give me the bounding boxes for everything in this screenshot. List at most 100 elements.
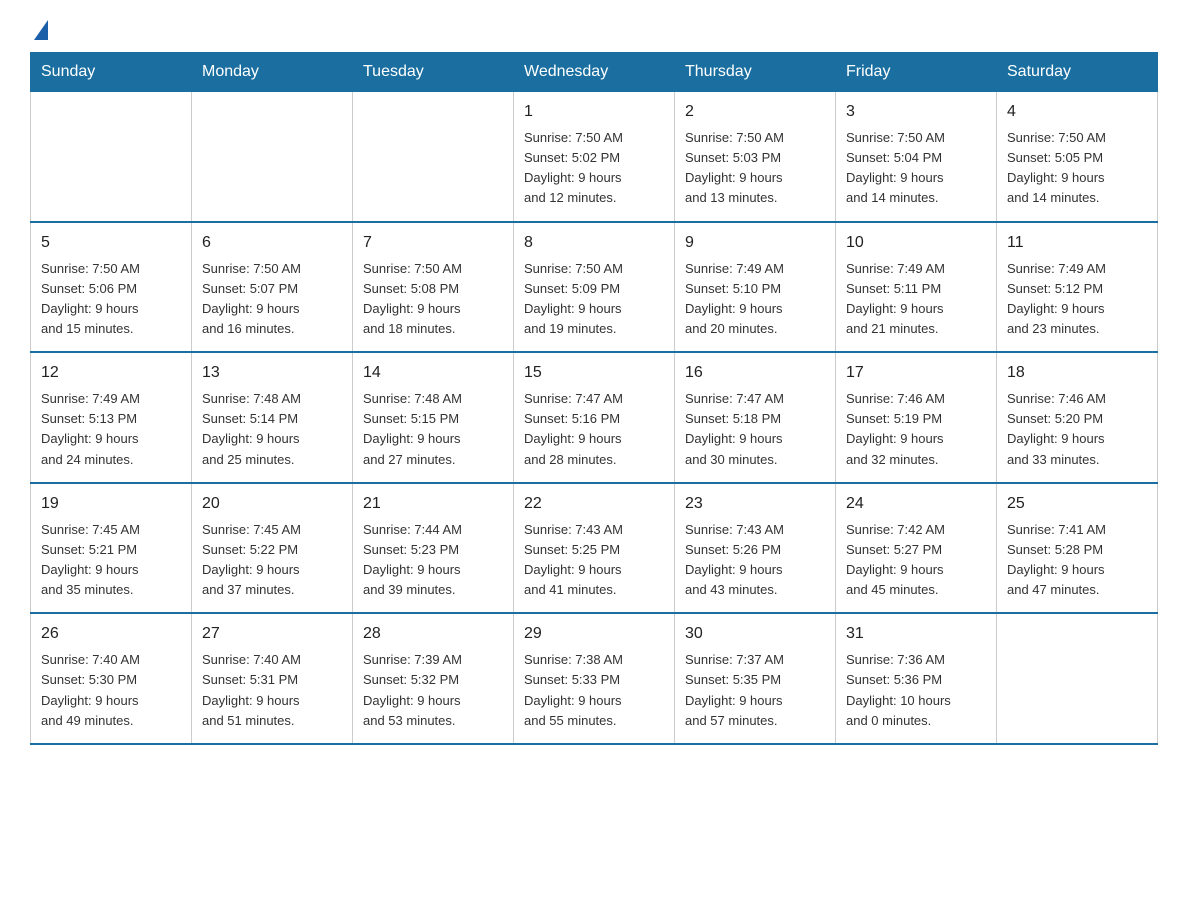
day-number: 14 <box>363 361 503 385</box>
calendar-table: SundayMondayTuesdayWednesdayThursdayFrid… <box>30 52 1158 745</box>
calendar-header-row: SundayMondayTuesdayWednesdayThursdayFrid… <box>31 53 1158 92</box>
day-info: Sunrise: 7:49 AM Sunset: 5:11 PM Dayligh… <box>846 259 986 340</box>
day-info: Sunrise: 7:50 AM Sunset: 5:02 PM Dayligh… <box>524 128 664 209</box>
day-number: 8 <box>524 231 664 255</box>
day-number: 11 <box>1007 231 1147 255</box>
calendar-header-wednesday: Wednesday <box>514 53 675 92</box>
calendar-cell: 7 Sunrise: 7:50 AM Sunset: 5:08 PM Daylig… <box>353 222 514 353</box>
calendar-cell: 16 Sunrise: 7:47 AM Sunset: 5:18 PM Dayli… <box>675 352 836 483</box>
day-info: Sunrise: 7:46 AM Sunset: 5:20 PM Dayligh… <box>1007 389 1147 470</box>
day-number: 13 <box>202 361 342 385</box>
calendar-cell: 1Sunrise: 7:50 AM Sunset: 5:02 PM Daylig… <box>514 92 675 222</box>
day-number: 5 <box>41 231 181 255</box>
calendar-week-row: 5Sunrise: 7:50 AM Sunset: 5:06 PM Daylig… <box>31 222 1158 353</box>
calendar-week-row: 26 Sunrise: 7:40 AM Sunset: 5:30 PM Dayli… <box>31 613 1158 744</box>
day-info: Sunrise: 7:50 AM Sunset: 5:08 PM Dayligh… <box>363 259 503 340</box>
calendar-cell <box>31 92 192 222</box>
day-number: 28 <box>363 622 503 646</box>
day-number: 27 <box>202 622 342 646</box>
calendar-cell: 25Sunrise: 7:41 AM Sunset: 5:28 PM Dayli… <box>997 483 1158 614</box>
calendar-cell: 20 Sunrise: 7:45 AM Sunset: 5:22 PM Dayli… <box>192 483 353 614</box>
day-number: 21 <box>363 492 503 516</box>
day-info: Sunrise: 7:36 AM Sunset: 5:36 PM Dayligh… <box>846 650 986 731</box>
day-number: 15 <box>524 361 664 385</box>
day-number: 7 <box>363 231 503 255</box>
day-info: Sunrise: 7:47 AM Sunset: 5:16 PM Dayligh… <box>524 389 664 470</box>
calendar-cell <box>997 613 1158 744</box>
day-info: Sunrise: 7:47 AM Sunset: 5:18 PM Dayligh… <box>685 389 825 470</box>
calendar-cell: 13 Sunrise: 7:48 AM Sunset: 5:14 PM Dayli… <box>192 352 353 483</box>
logo-triangle-icon <box>34 20 48 40</box>
day-info: Sunrise: 7:50 AM Sunset: 5:03 PM Dayligh… <box>685 128 825 209</box>
calendar-cell: 10 Sunrise: 7:49 AM Sunset: 5:11 PM Dayli… <box>836 222 997 353</box>
day-number: 22 <box>524 492 664 516</box>
day-info: Sunrise: 7:50 AM Sunset: 5:04 PM Dayligh… <box>846 128 986 209</box>
page-header <box>30 20 1158 42</box>
calendar-cell: 6Sunrise: 7:50 AM Sunset: 5:07 PM Daylig… <box>192 222 353 353</box>
calendar-cell: 11Sunrise: 7:49 AM Sunset: 5:12 PM Dayli… <box>997 222 1158 353</box>
day-info: Sunrise: 7:48 AM Sunset: 5:15 PM Dayligh… <box>363 389 503 470</box>
calendar-cell: 19 Sunrise: 7:45 AM Sunset: 5:21 PM Dayli… <box>31 483 192 614</box>
calendar-cell: 12Sunrise: 7:49 AM Sunset: 5:13 PM Dayli… <box>31 352 192 483</box>
day-number: 30 <box>685 622 825 646</box>
day-number: 4 <box>1007 100 1147 124</box>
calendar-header-tuesday: Tuesday <box>353 53 514 92</box>
calendar-cell: 24Sunrise: 7:42 AM Sunset: 5:27 PM Dayli… <box>836 483 997 614</box>
day-info: Sunrise: 7:43 AM Sunset: 5:25 PM Dayligh… <box>524 520 664 601</box>
calendar-week-row: 12Sunrise: 7:49 AM Sunset: 5:13 PM Dayli… <box>31 352 1158 483</box>
calendar-header-thursday: Thursday <box>675 53 836 92</box>
calendar-cell: 5Sunrise: 7:50 AM Sunset: 5:06 PM Daylig… <box>31 222 192 353</box>
day-number: 19 <box>41 492 181 516</box>
day-number: 10 <box>846 231 986 255</box>
calendar-cell: 28 Sunrise: 7:39 AM Sunset: 5:32 PM Dayli… <box>353 613 514 744</box>
calendar-cell: 9 Sunrise: 7:49 AM Sunset: 5:10 PM Daylig… <box>675 222 836 353</box>
calendar-cell: 30Sunrise: 7:37 AM Sunset: 5:35 PM Dayli… <box>675 613 836 744</box>
logo <box>30 20 48 42</box>
day-info: Sunrise: 7:45 AM Sunset: 5:21 PM Dayligh… <box>41 520 181 601</box>
day-number: 3 <box>846 100 986 124</box>
calendar-cell <box>353 92 514 222</box>
day-number: 31 <box>846 622 986 646</box>
calendar-cell: 29 Sunrise: 7:38 AM Sunset: 5:33 PM Dayli… <box>514 613 675 744</box>
day-info: Sunrise: 7:40 AM Sunset: 5:30 PM Dayligh… <box>41 650 181 731</box>
calendar-header-saturday: Saturday <box>997 53 1158 92</box>
day-info: Sunrise: 7:50 AM Sunset: 5:09 PM Dayligh… <box>524 259 664 340</box>
calendar-cell: 4Sunrise: 7:50 AM Sunset: 5:05 PM Daylig… <box>997 92 1158 222</box>
day-info: Sunrise: 7:49 AM Sunset: 5:10 PM Dayligh… <box>685 259 825 340</box>
calendar-cell: 23 Sunrise: 7:43 AM Sunset: 5:26 PM Dayli… <box>675 483 836 614</box>
calendar-cell: 18Sunrise: 7:46 AM Sunset: 5:20 PM Dayli… <box>997 352 1158 483</box>
calendar-header-sunday: Sunday <box>31 53 192 92</box>
calendar-cell: 8 Sunrise: 7:50 AM Sunset: 5:09 PM Daylig… <box>514 222 675 353</box>
day-info: Sunrise: 7:43 AM Sunset: 5:26 PM Dayligh… <box>685 520 825 601</box>
calendar-cell <box>192 92 353 222</box>
calendar-cell: 31 Sunrise: 7:36 AM Sunset: 5:36 PM Dayli… <box>836 613 997 744</box>
calendar-cell: 14 Sunrise: 7:48 AM Sunset: 5:15 PM Dayli… <box>353 352 514 483</box>
calendar-header-friday: Friday <box>836 53 997 92</box>
day-number: 24 <box>846 492 986 516</box>
day-info: Sunrise: 7:46 AM Sunset: 5:19 PM Dayligh… <box>846 389 986 470</box>
day-number: 12 <box>41 361 181 385</box>
calendar-cell: 15 Sunrise: 7:47 AM Sunset: 5:16 PM Dayli… <box>514 352 675 483</box>
calendar-week-row: 1Sunrise: 7:50 AM Sunset: 5:02 PM Daylig… <box>31 92 1158 222</box>
calendar-week-row: 19 Sunrise: 7:45 AM Sunset: 5:21 PM Dayli… <box>31 483 1158 614</box>
day-number: 2 <box>685 100 825 124</box>
day-number: 26 <box>41 622 181 646</box>
calendar-cell: 26 Sunrise: 7:40 AM Sunset: 5:30 PM Dayli… <box>31 613 192 744</box>
day-info: Sunrise: 7:39 AM Sunset: 5:32 PM Dayligh… <box>363 650 503 731</box>
day-number: 16 <box>685 361 825 385</box>
day-number: 29 <box>524 622 664 646</box>
day-info: Sunrise: 7:38 AM Sunset: 5:33 PM Dayligh… <box>524 650 664 731</box>
day-info: Sunrise: 7:48 AM Sunset: 5:14 PM Dayligh… <box>202 389 342 470</box>
day-number: 23 <box>685 492 825 516</box>
day-info: Sunrise: 7:40 AM Sunset: 5:31 PM Dayligh… <box>202 650 342 731</box>
day-info: Sunrise: 7:50 AM Sunset: 5:07 PM Dayligh… <box>202 259 342 340</box>
day-number: 9 <box>685 231 825 255</box>
day-info: Sunrise: 7:44 AM Sunset: 5:23 PM Dayligh… <box>363 520 503 601</box>
calendar-cell: 27 Sunrise: 7:40 AM Sunset: 5:31 PM Dayli… <box>192 613 353 744</box>
day-info: Sunrise: 7:45 AM Sunset: 5:22 PM Dayligh… <box>202 520 342 601</box>
day-info: Sunrise: 7:41 AM Sunset: 5:28 PM Dayligh… <box>1007 520 1147 601</box>
calendar-cell: 2 Sunrise: 7:50 AM Sunset: 5:03 PM Daylig… <box>675 92 836 222</box>
day-number: 20 <box>202 492 342 516</box>
calendar-header-monday: Monday <box>192 53 353 92</box>
calendar-cell: 3 Sunrise: 7:50 AM Sunset: 5:04 PM Daylig… <box>836 92 997 222</box>
